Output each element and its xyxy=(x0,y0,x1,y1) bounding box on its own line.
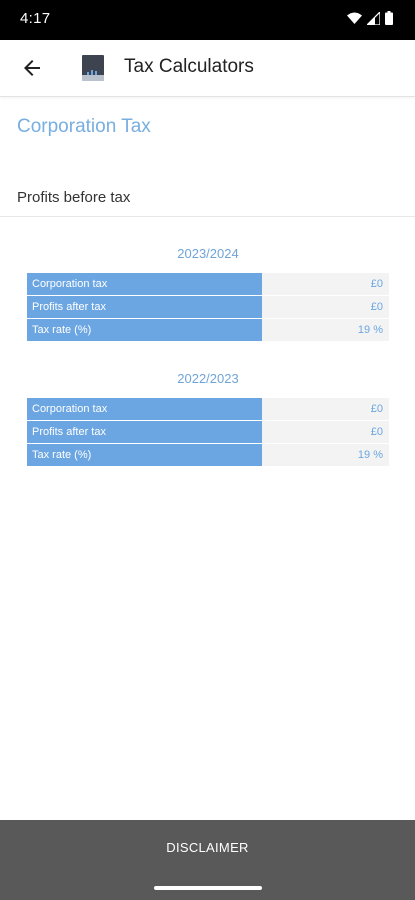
table-row: Corporation tax £0 xyxy=(27,273,389,295)
status-time: 4:17 xyxy=(20,10,51,27)
row-value: £0 xyxy=(262,273,389,295)
tax-table: Corporation tax £0 Profits after tax £0 … xyxy=(27,398,389,467)
year-heading: 2023/2024 xyxy=(177,246,239,261)
table-row: Profits after tax £0 xyxy=(27,421,389,443)
profits-input-row[interactable]: Profits before tax xyxy=(0,180,415,217)
table-row: Corporation tax £0 xyxy=(27,398,389,420)
row-label: Profits after tax xyxy=(27,421,262,443)
row-label: Tax rate (%) xyxy=(27,444,262,466)
home-indicator[interactable] xyxy=(154,886,262,890)
profits-input-label: Profits before tax xyxy=(17,189,131,206)
row-label: Corporation tax xyxy=(27,398,262,420)
row-value: 19 % xyxy=(262,444,389,466)
year-heading: 2022/2023 xyxy=(177,371,239,386)
wifi-icon xyxy=(347,12,362,24)
page-title: Corporation Tax xyxy=(17,116,151,137)
row-label: Profits after tax xyxy=(27,296,262,318)
row-value: 19 % xyxy=(262,319,389,341)
app-bar: Tax Calculators xyxy=(0,40,415,97)
status-bar: 4:17 xyxy=(0,0,415,40)
calculator-app-icon xyxy=(82,55,104,81)
disclaimer-button[interactable]: DISCLAIMER xyxy=(0,820,415,876)
arrow-left-icon[interactable] xyxy=(20,56,44,80)
battery-icon xyxy=(385,11,393,25)
status-icons xyxy=(347,11,393,25)
bottom-bar: DISCLAIMER xyxy=(0,820,415,900)
signal-icon xyxy=(367,11,380,25)
row-value: £0 xyxy=(262,421,389,443)
table-row: Tax rate (%) 19 % xyxy=(27,319,389,341)
tax-table: Corporation tax £0 Profits after tax £0 … xyxy=(27,273,389,342)
table-row: Tax rate (%) 19 % xyxy=(27,444,389,466)
row-label: Tax rate (%) xyxy=(27,319,262,341)
row-value: £0 xyxy=(262,296,389,318)
row-value: £0 xyxy=(262,398,389,420)
app-title: Tax Calculators xyxy=(124,56,254,77)
table-row: Profits after tax £0 xyxy=(27,296,389,318)
profits-before-tax-input[interactable] xyxy=(160,184,409,214)
row-label: Corporation tax xyxy=(27,273,262,295)
